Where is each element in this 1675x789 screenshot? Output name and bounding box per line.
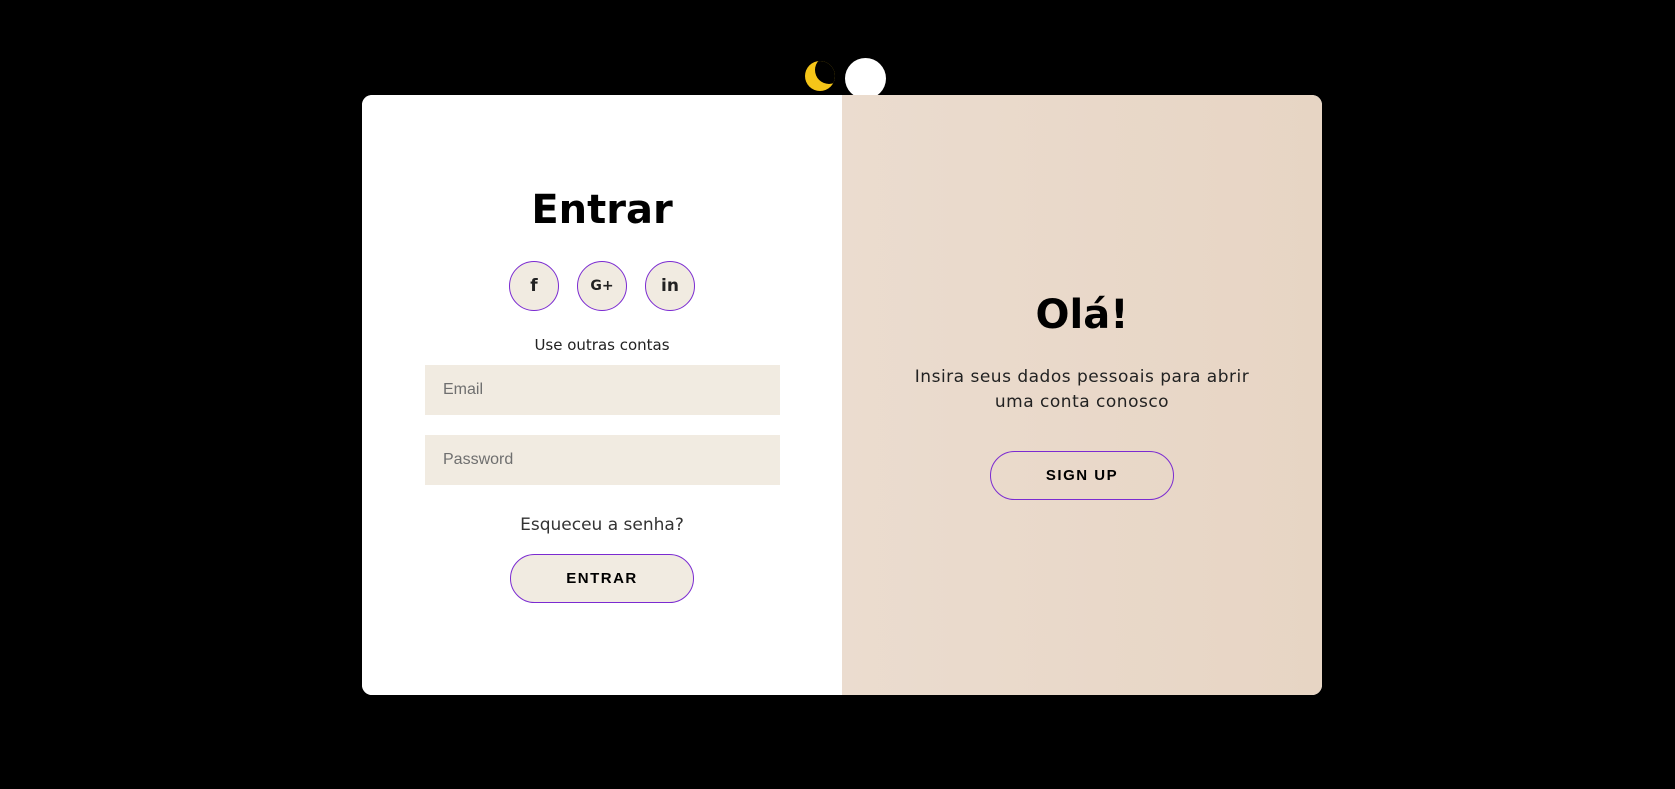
password-field[interactable] bbox=[425, 435, 780, 485]
google-plus-button[interactable]: G+ bbox=[577, 261, 627, 311]
signin-panel: Entrar f G+ in Use outras contas Esquece… bbox=[362, 95, 842, 695]
toggle-knob[interactable] bbox=[845, 58, 886, 99]
social-buttons: f G+ in bbox=[362, 261, 842, 311]
overlay-subtitle: Insira seus dados pessoais para abrir um… bbox=[914, 367, 1250, 412]
email-field[interactable] bbox=[425, 365, 780, 415]
signin-button[interactable]: ENTRAR bbox=[510, 554, 694, 603]
forgot-password-link[interactable]: Esqueceu a senha? bbox=[362, 515, 842, 535]
facebook-button[interactable]: f bbox=[509, 261, 559, 311]
signup-button[interactable]: SIGN UP bbox=[990, 451, 1174, 500]
auth-card: Entrar f G+ in Use outras contas Esquece… bbox=[362, 95, 1322, 695]
google-plus-icon: G+ bbox=[590, 278, 614, 294]
signin-title: Entrar bbox=[531, 187, 673, 233]
overlay-panel: Olá! Insira seus dados pessoais para abr… bbox=[842, 95, 1322, 695]
linkedin-icon: in bbox=[661, 276, 679, 296]
theme-toggle[interactable] bbox=[803, 57, 887, 99]
moon-icon bbox=[805, 61, 835, 91]
facebook-icon: f bbox=[530, 276, 538, 296]
other-accounts-label: Use outras contas bbox=[534, 336, 670, 354]
linkedin-button[interactable]: in bbox=[645, 261, 695, 311]
overlay-title: Olá! bbox=[1035, 292, 1129, 338]
